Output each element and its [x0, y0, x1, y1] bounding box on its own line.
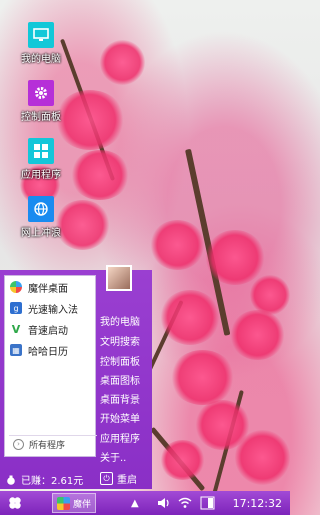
recent-item-label: 哈哈日历 [28, 346, 68, 358]
pinwheel-icon [57, 496, 70, 510]
recent-item-label: 魔伴桌面 [28, 283, 68, 295]
battery-icon[interactable] [200, 491, 216, 515]
globe-icon [28, 196, 54, 222]
earnings-status: 已赚：2.61元 [6, 472, 83, 487]
restart-label: 重启 [117, 475, 137, 486]
desktop-icon-my-computer[interactable]: 我的电脑 [10, 22, 72, 65]
clover-icon [9, 497, 21, 509]
taskbar-item-mobang[interactable]: 魔伴 [52, 493, 97, 513]
menu-item-search[interactable]: 文明搜索 [100, 333, 140, 348]
gear-icon [28, 80, 54, 106]
avatar[interactable] [106, 265, 132, 291]
calendar-icon: ▦ [10, 344, 22, 356]
launcher-icon: V [10, 322, 22, 336]
recent-item-input-method[interactable]: g 光速输入法 [5, 298, 95, 318]
volume-icon[interactable] [157, 491, 171, 515]
desktop-icon-label: 网上冲浪 [21, 228, 61, 239]
desktop-icon-applications[interactable]: 应用程序 [10, 138, 72, 181]
recent-item-calendar[interactable]: ▦ 哈哈日历 [5, 340, 95, 360]
earnings-label: 已赚：2.61元 [21, 476, 84, 487]
taskbar-item-label: 魔伴 [73, 499, 92, 510]
wifi-icon[interactable] [178, 491, 192, 515]
recent-item-label: 光速输入法 [28, 304, 78, 316]
taskbar: 魔伴 ▲ 17:12:32 [0, 491, 290, 515]
menu-item-applications[interactable]: 应用程序 [100, 430, 140, 445]
start-button[interactable] [0, 491, 30, 515]
desktop-icon-label: 应用程序 [21, 170, 61, 181]
desktop-icon-web-surfing[interactable]: 网上冲浪 [10, 196, 72, 239]
all-programs-button[interactable]: › 所有程序 [9, 435, 97, 452]
tray-expand-icon[interactable]: ▲ [131, 491, 139, 515]
recent-item-label: 音速启动 [28, 325, 68, 337]
all-programs-label: 所有程序 [29, 440, 66, 451]
recent-item-launcher[interactable]: V 音速启动 [5, 319, 95, 339]
menu-item-start-menu[interactable]: 开始菜单 [100, 410, 140, 425]
pinwheel-icon [10, 281, 22, 293]
menu-item-control-panel[interactable]: 控制面板 [100, 353, 140, 368]
menu-item-desktop-background[interactable]: 桌面背景 [100, 391, 140, 406]
recent-programs-panel: 魔伴桌面 g 光速输入法 V 音速启动 ▦ 哈哈日历 › 所有程序 [4, 275, 97, 457]
money-bag-icon [7, 475, 15, 485]
menu-item-about[interactable]: 关于.. [100, 449, 126, 464]
menu-item-my-computer[interactable]: 我的电脑 [100, 313, 140, 328]
desktop-icon-control-panel[interactable]: 控制面板 [10, 80, 72, 123]
arrow-right-icon: › [13, 438, 24, 450]
restart-button[interactable]: ⏻ 重启 [100, 471, 137, 486]
desktop-icon-label: 我的电脑 [21, 54, 61, 65]
recent-item-mobang-desktop[interactable]: 魔伴桌面 [5, 277, 95, 297]
menu-item-desktop-icons[interactable]: 桌面图标 [100, 372, 140, 387]
start-menu: 魔伴桌面 g 光速输入法 V 音速启动 ▦ 哈哈日历 › 所有程序 我的电脑 文… [0, 265, 152, 489]
power-icon: ⏻ [100, 472, 113, 485]
desktop-icon-label: 控制面板 [21, 112, 61, 123]
apps-grid-icon [28, 138, 54, 164]
clock[interactable]: 17:12:32 [233, 491, 282, 515]
input-method-icon: g [10, 302, 22, 314]
monitor-icon [28, 22, 54, 48]
